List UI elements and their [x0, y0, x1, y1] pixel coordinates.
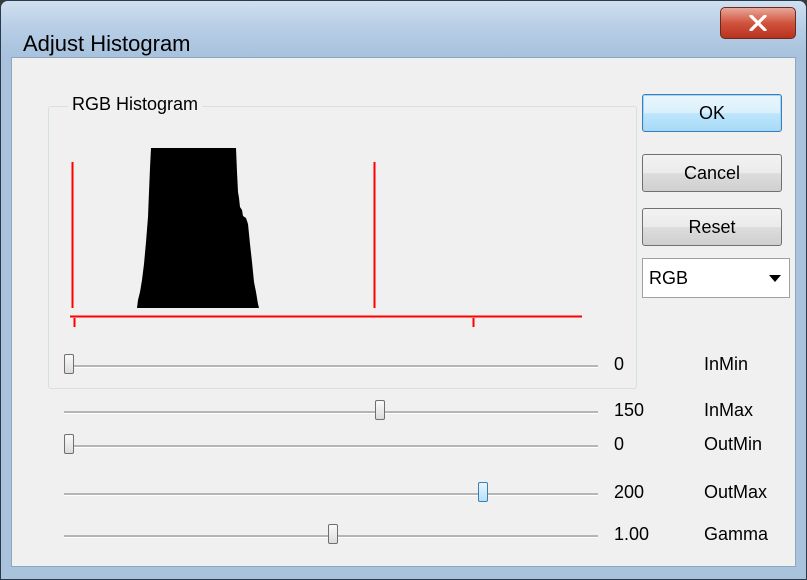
histogram-group-label: RGB Histogram: [68, 94, 203, 115]
outmax-slider-thumb[interactable]: [478, 482, 489, 502]
cancel-button[interactable]: Cancel: [642, 154, 782, 192]
dialog-content: RGB Histogram OK Cancel Reset RGB 0 InMi…: [11, 57, 796, 567]
inmin-label: InMin: [704, 354, 749, 374]
inmax-label: InMax: [704, 400, 754, 420]
slider-row-inmin: 0 InMin: [62, 348, 802, 384]
window-title: Adjust Histogram: [23, 31, 191, 56]
inmax-value: 150: [614, 400, 645, 420]
outmax-value: 200: [614, 482, 645, 502]
channel-select-value: RGB: [649, 267, 689, 288]
slider-row-outmax: 200 OutMax: [62, 476, 802, 512]
outmin-label: OutMin: [704, 434, 763, 454]
reset-button[interactable]: Reset: [642, 208, 782, 246]
histogram-bars: [137, 148, 259, 308]
slider-row-outmin: 0 OutMin: [62, 428, 802, 464]
gamma-label: Gamma: [704, 524, 769, 544]
outmax-label: OutMax: [704, 482, 768, 502]
slider-track[interactable]: [64, 365, 598, 368]
inmin-value: 0: [614, 354, 625, 374]
close-icon: [749, 15, 767, 31]
title-bar[interactable]: Adjust Histogram: [1, 1, 806, 57]
slider-row-inmax: 150 InMax: [62, 394, 802, 430]
gamma-value: 1.00: [614, 524, 650, 544]
slider-track[interactable]: [64, 445, 598, 448]
outmin-slider-thumb[interactable]: [64, 434, 74, 454]
outmin-value: 0: [614, 434, 625, 454]
inmin-slider-thumb[interactable]: [64, 354, 74, 374]
histogram-canvas: [70, 148, 582, 327]
inmax-slider-thumb[interactable]: [374, 400, 385, 420]
dialog-window: Adjust Histogram RGB Histogram OK Cancel…: [0, 0, 807, 580]
ok-button[interactable]: OK: [642, 94, 782, 132]
slider-track[interactable]: [64, 493, 598, 496]
channel-select[interactable]: RGB: [642, 258, 790, 298]
gamma-slider-thumb[interactable]: [328, 524, 338, 544]
chevron-down-icon: [769, 275, 781, 282]
slider-row-gamma: 1.00 Gamma: [62, 518, 802, 554]
close-button[interactable]: [720, 7, 796, 39]
slider-track[interactable]: [64, 411, 598, 414]
